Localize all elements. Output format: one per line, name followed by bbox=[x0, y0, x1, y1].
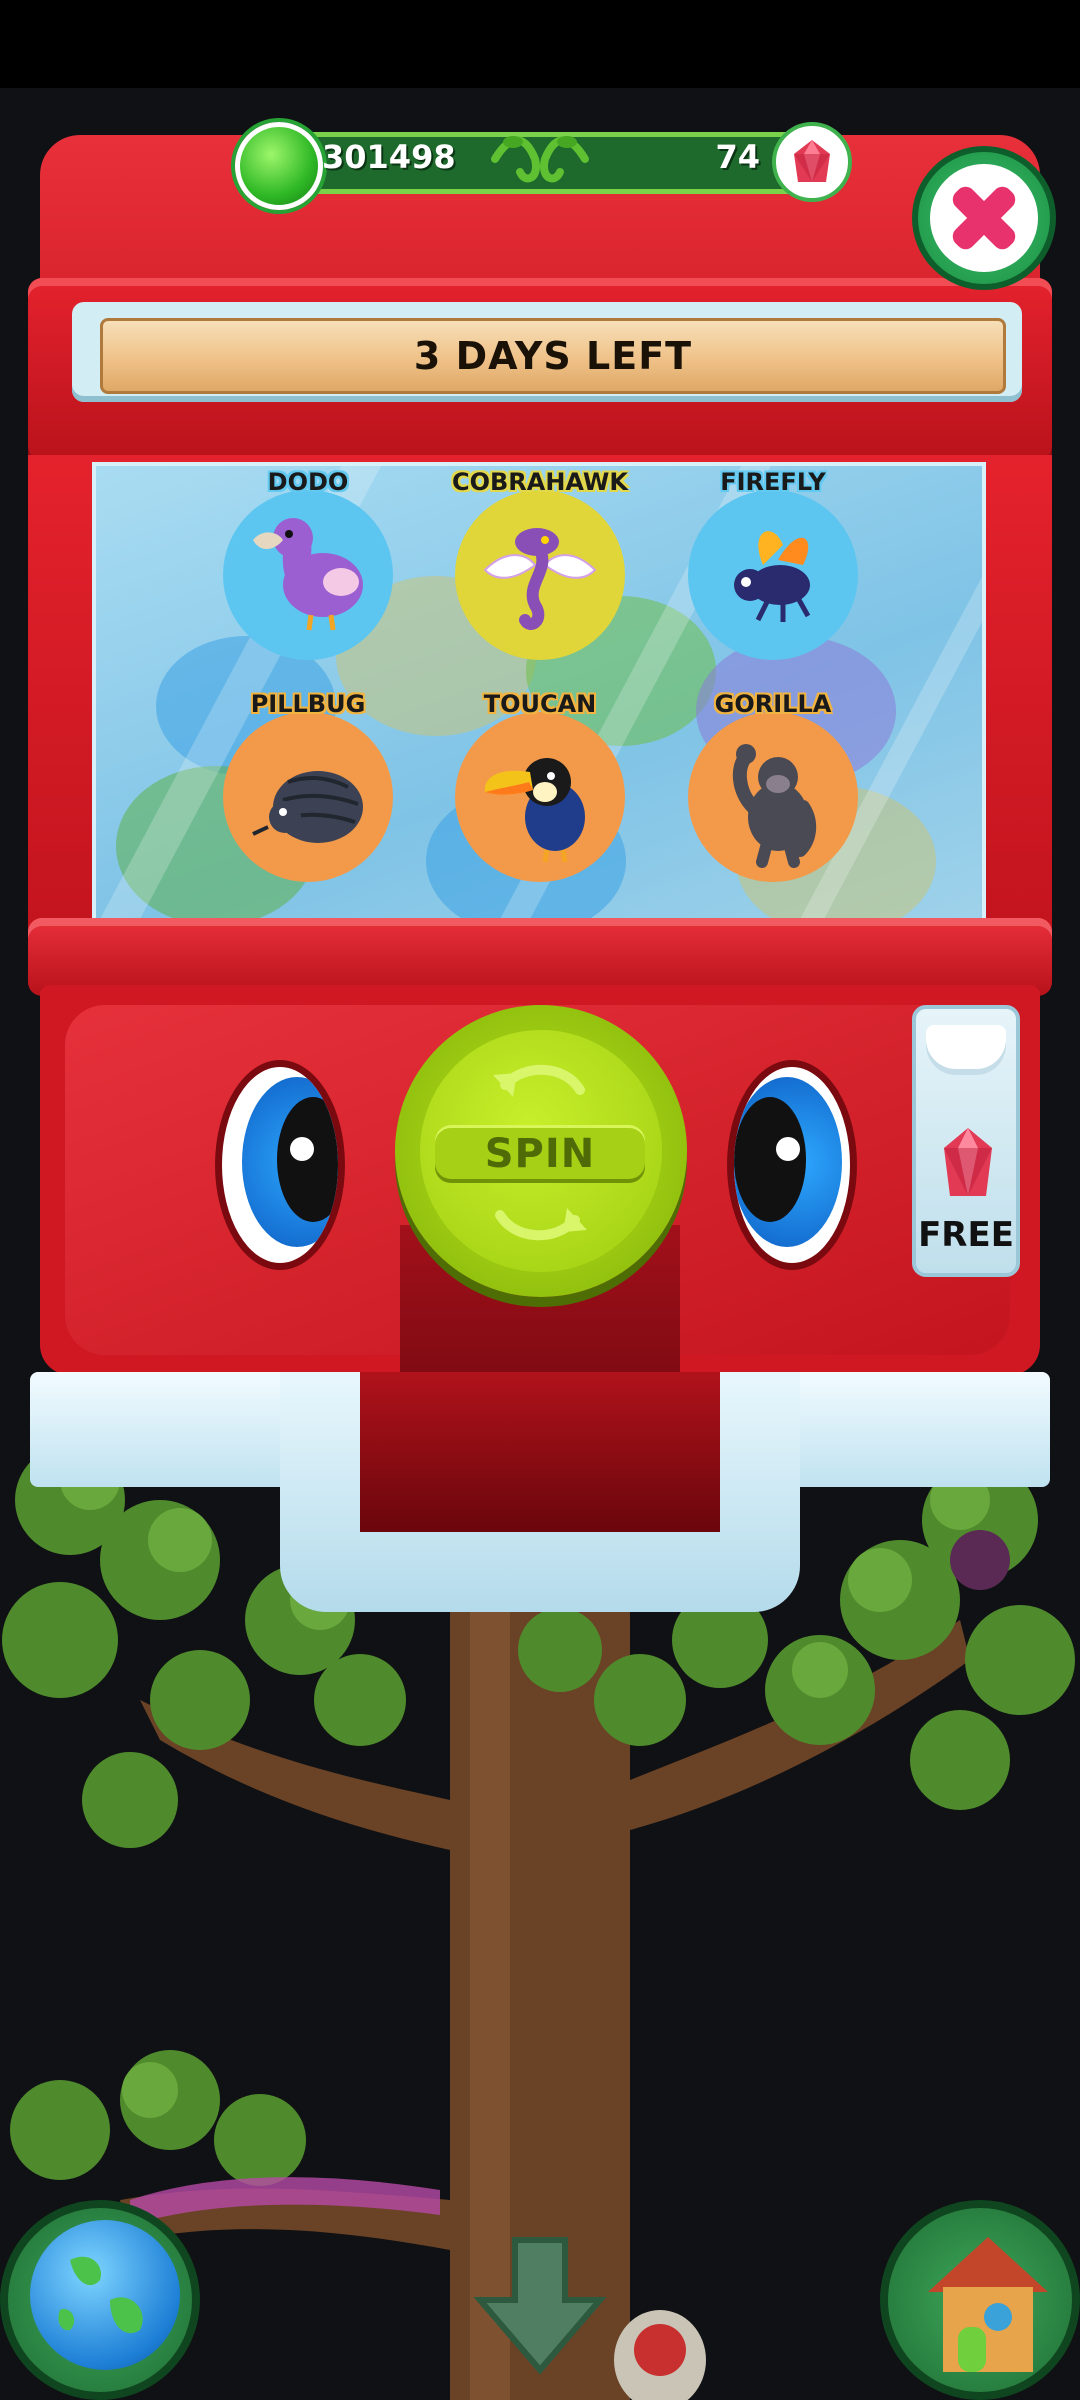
pillbug-icon bbox=[252, 771, 363, 843]
spin-label: SPIN bbox=[435, 1125, 645, 1183]
treehouse-button[interactable] bbox=[880, 2200, 1080, 2400]
cobrahawk-icon bbox=[483, 528, 597, 630]
rotate-arrow-icon bbox=[493, 1064, 585, 1097]
vine-icon bbox=[491, 136, 589, 183]
prize-label: COBRAHAWK bbox=[451, 468, 628, 496]
right-eye-icon bbox=[727, 1060, 857, 1270]
prize-cobrahawk[interactable]: COBRAHAWK bbox=[452, 468, 628, 660]
dodo-icon bbox=[253, 518, 363, 631]
gems-count: 74 bbox=[715, 138, 760, 176]
green-gem-icon bbox=[235, 122, 323, 210]
free-label: FREE bbox=[918, 1215, 1014, 1255]
prize-label: FIREFLY bbox=[720, 468, 826, 496]
close-x-icon bbox=[930, 164, 1038, 272]
coins-count: 301498 bbox=[322, 138, 456, 176]
left-eye-icon bbox=[215, 1060, 345, 1270]
prize-gorilla[interactable]: GORILLA bbox=[688, 690, 858, 882]
firefly-icon bbox=[734, 531, 811, 622]
treehouse-icon bbox=[928, 2237, 1048, 2372]
gorilla-icon bbox=[732, 744, 817, 868]
prize-label: PILLBUG bbox=[250, 690, 366, 718]
prize-dodo[interactable]: DODO bbox=[223, 468, 393, 660]
prize-firefly[interactable]: FIREFLY bbox=[688, 468, 858, 660]
coin-slot bbox=[926, 1025, 1006, 1075]
toucan-icon bbox=[484, 758, 585, 863]
prize-chute-opening bbox=[360, 1372, 720, 1532]
free-gems-button[interactable]: FREE bbox=[912, 1005, 1020, 1277]
rotate-arrow-icon bbox=[495, 1208, 587, 1241]
prize-pillbug[interactable]: PILLBUG bbox=[223, 690, 393, 882]
down-arrow-icon[interactable] bbox=[470, 2230, 610, 2380]
red-gem-icon bbox=[944, 1128, 992, 1196]
red-gem-icon bbox=[772, 122, 852, 202]
prize-label: TOUCAN bbox=[483, 690, 597, 718]
prize-label: DODO bbox=[267, 468, 349, 496]
globe-icon bbox=[30, 2220, 180, 2370]
prize-toucan[interactable]: TOUCAN bbox=[455, 690, 625, 882]
event-timer-banner: 3 DAYS LEFT bbox=[100, 318, 1006, 394]
close-button[interactable] bbox=[912, 146, 1056, 290]
prize-label: GORILLA bbox=[714, 690, 832, 718]
